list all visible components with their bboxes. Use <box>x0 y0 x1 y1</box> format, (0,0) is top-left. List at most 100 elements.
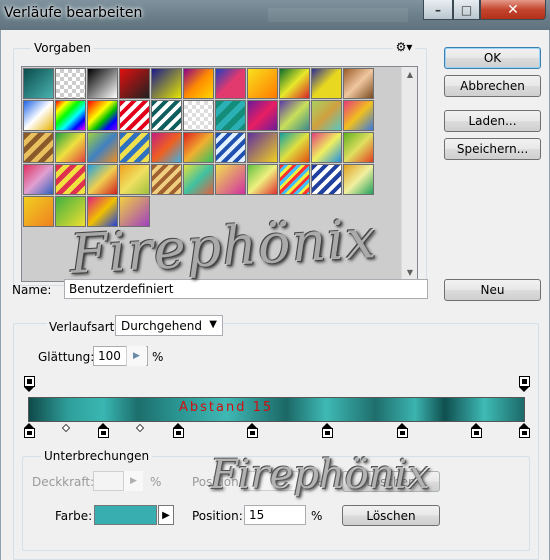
maximize-button[interactable]: □ <box>453 0 480 20</box>
color-stop[interactable] <box>24 423 35 439</box>
gradient-bar-text: Abstand 15 <box>179 400 274 415</box>
preset-swatch[interactable] <box>23 196 54 227</box>
dialog-content: Vorgaben ⚙▾ ▲ ▼ OK Abbrechen Laden... Sp… <box>0 30 550 560</box>
preset-swatch[interactable] <box>23 132 54 163</box>
preset-swatch[interactable] <box>55 164 86 195</box>
delete-color-button[interactable]: Löschen <box>342 505 440 526</box>
preset-swatch[interactable] <box>87 132 118 163</box>
smoothness-arrow-icon[interactable]: ▶ <box>126 346 146 366</box>
opacity-label: Deckkraft: <box>32 475 95 489</box>
preset-swatch[interactable] <box>119 68 150 99</box>
preset-swatch[interactable] <box>247 100 278 131</box>
preset-grid[interactable]: ▲ ▼ <box>21 66 418 282</box>
preset-swatch[interactable] <box>87 164 118 195</box>
presets-legend: Vorgaben <box>31 41 94 55</box>
preset-swatch[interactable] <box>215 164 246 195</box>
preset-swatch[interactable] <box>311 100 342 131</box>
gradient-type-select[interactable]: Durchgehend ▼ <box>115 315 223 336</box>
preset-swatch[interactable] <box>23 100 54 131</box>
load-button[interactable]: Laden... <box>444 110 541 132</box>
preset-swatch[interactable] <box>343 68 374 99</box>
preset-swatch[interactable] <box>87 196 118 227</box>
preset-swatch[interactable] <box>119 164 150 195</box>
preset-swatch[interactable] <box>151 68 182 99</box>
window-title: Verläufe bearbeiten <box>4 5 143 21</box>
title-bar-ghost <box>268 8 408 22</box>
opacity-stop-left[interactable] <box>24 376 35 392</box>
preset-swatch[interactable] <box>311 164 342 195</box>
new-button[interactable]: Neu <box>444 279 541 301</box>
preset-swatch[interactable] <box>279 100 310 131</box>
cancel-button[interactable]: Abbrechen <box>444 75 541 97</box>
preset-swatch[interactable] <box>311 68 342 99</box>
color-stop[interactable] <box>173 423 184 439</box>
close-button[interactable]: ✕ <box>480 0 546 20</box>
opacity-stop-right[interactable] <box>519 376 530 392</box>
preset-swatch[interactable] <box>215 132 246 163</box>
delete-opacity-button[interactable]: Löschen <box>342 471 440 492</box>
preset-swatch[interactable] <box>119 100 150 131</box>
preset-swatch[interactable] <box>119 132 150 163</box>
color-stop[interactable] <box>98 423 109 439</box>
color-arrow-icon[interactable]: ▶ <box>158 505 174 525</box>
preset-swatch[interactable] <box>87 100 118 131</box>
preset-swatch[interactable] <box>23 68 54 99</box>
name-label: Name: <box>12 283 52 297</box>
preset-swatch[interactable] <box>247 68 278 99</box>
color-stop[interactable] <box>247 423 258 439</box>
minimize-icon: – <box>435 2 441 17</box>
gear-icon[interactable]: ⚙▾ <box>393 40 415 54</box>
opacity-position-input[interactable] <box>244 471 306 491</box>
preset-swatch[interactable] <box>247 164 278 195</box>
stops-legend: Unterbrechungen <box>41 449 153 463</box>
preset-swatch[interactable] <box>279 164 310 195</box>
opacity-arrow-icon[interactable]: ▶ <box>123 471 143 491</box>
preset-swatch[interactable] <box>151 164 182 195</box>
preset-swatch[interactable] <box>151 132 182 163</box>
preset-swatch[interactable] <box>23 164 54 195</box>
color-stop[interactable] <box>397 423 408 439</box>
title-bar[interactable]: Verläufe bearbeiten – □ ✕ <box>0 0 550 30</box>
gradient-type-label: Verlaufsart: <box>47 320 121 334</box>
position-label: Position: <box>192 509 243 523</box>
preset-swatch[interactable] <box>343 100 374 131</box>
preset-swatch[interactable] <box>55 196 86 227</box>
preset-swatch[interactable] <box>87 68 118 99</box>
preset-swatch[interactable] <box>343 164 374 195</box>
color-label: Farbe: <box>55 509 93 523</box>
preset-swatch[interactable] <box>215 100 246 131</box>
minimize-button[interactable]: – <box>423 0 453 20</box>
preset-swatch[interactable] <box>55 100 86 131</box>
preset-swatch[interactable] <box>343 132 374 163</box>
preset-swatch[interactable] <box>183 68 214 99</box>
gradient-bar[interactable] <box>28 397 525 422</box>
color-swatch[interactable] <box>94 505 157 525</box>
save-button[interactable]: Speichern... <box>444 138 541 160</box>
smoothness-label: Glättung: <box>38 350 95 364</box>
scroll-up-icon[interactable]: ▲ <box>402 67 418 83</box>
preset-swatch[interactable] <box>119 196 150 227</box>
position-input[interactable] <box>244 505 306 525</box>
preset-scrollbar[interactable]: ▲ ▼ <box>401 67 417 281</box>
opacity-position-label: Position: <box>192 475 243 489</box>
ok-button[interactable]: OK <box>444 47 541 69</box>
chevron-down-icon: ▼ <box>209 319 217 330</box>
preset-swatch[interactable] <box>183 132 214 163</box>
preset-swatch[interactable] <box>151 100 182 131</box>
color-stop[interactable] <box>471 423 482 439</box>
preset-swatch[interactable] <box>247 132 278 163</box>
preset-swatch[interactable] <box>183 100 214 131</box>
position-unit: % <box>311 509 323 523</box>
preset-swatch[interactable] <box>311 132 342 163</box>
preset-swatch[interactable] <box>55 132 86 163</box>
preset-swatch[interactable] <box>215 68 246 99</box>
preset-swatch[interactable] <box>55 68 86 99</box>
color-stop[interactable] <box>519 423 530 439</box>
name-field[interactable] <box>64 279 428 299</box>
opacity-position-unit: % <box>311 475 323 489</box>
color-stop[interactable] <box>322 423 333 439</box>
preset-swatch[interactable] <box>279 68 310 99</box>
preset-swatch[interactable] <box>279 132 310 163</box>
preset-swatch[interactable] <box>183 164 214 195</box>
maximize-icon: □ <box>460 2 473 17</box>
